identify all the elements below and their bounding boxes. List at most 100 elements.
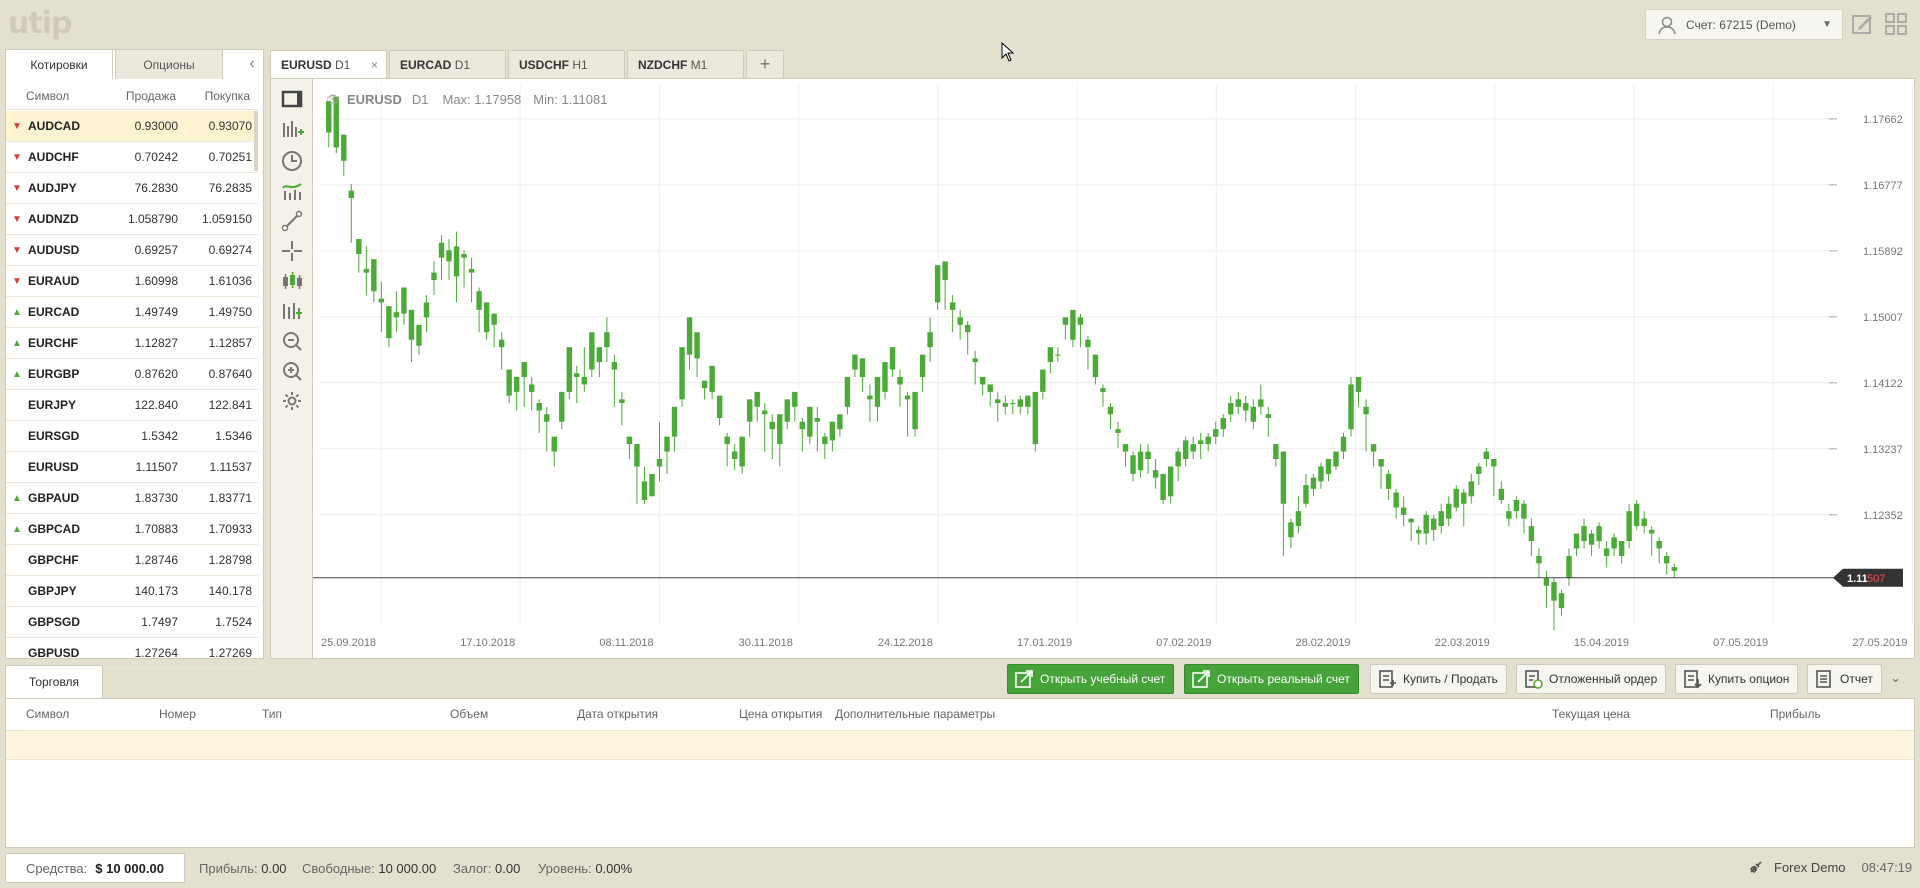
chevron-down-icon[interactable]: ⌄	[1890, 670, 1901, 686]
candle-body	[559, 391, 565, 422]
quote-sell: 0.87620	[134, 367, 178, 381]
open-demo-label: Открыть учебный счет	[1040, 672, 1166, 686]
quote-row-audcad[interactable]: ▼ AUDCAD 0.93000 0.93070	[6, 111, 258, 142]
candle-body	[934, 265, 941, 303]
quote-row-eurusd[interactable]: EURUSD 1.11507 1.11537	[6, 452, 258, 483]
candle-body	[521, 362, 527, 377]
quote-row-gbpcad[interactable]: ▲ GBPCAD 1.70883 1.70933	[6, 514, 258, 545]
candlestick-chart[interactable]: 1.17662 1.16777 1.15892 1.15007 1.14122 1.132…	[313, 79, 1914, 658]
close-icon[interactable]: ×	[371, 51, 378, 79]
candle-body	[1340, 436, 1347, 452]
indicators-icon[interactable]	[280, 179, 304, 203]
quote-row-eurcad[interactable]: ▲ EURCAD 1.49749 1.49750	[6, 297, 258, 328]
candle-body	[1032, 391, 1039, 445]
buy-option-button[interactable]: Купить опцион	[1675, 664, 1799, 694]
candle-body	[1010, 403, 1016, 405]
add-chart-tab-button[interactable]: +	[746, 50, 784, 78]
candle-body	[679, 347, 685, 400]
report-icon	[1816, 670, 1831, 688]
quote-row-audchf[interactable]: ▼ AUDCHF 0.70242 0.70251	[6, 142, 258, 173]
quote-buy: 1.12857	[208, 336, 252, 350]
tab-options[interactable]: Опционы	[115, 49, 223, 79]
profit-label: Прибыль:	[199, 861, 258, 876]
col-type: Тип	[262, 707, 283, 721]
chart-tab-tf: H1	[572, 58, 588, 72]
crosshair-icon[interactable]	[280, 239, 304, 263]
chart-tab-usdchf[interactable]: USDCHF H1	[508, 50, 625, 78]
chart-header: 👁︎ EURUSD D1 Max: 1.17958 Min: 1.11081	[326, 92, 607, 107]
chart-type-icon[interactable]	[280, 299, 304, 323]
chart-tab-nzdchf[interactable]: NZDCHF M1	[627, 50, 744, 78]
quotes-scrollbar[interactable]	[254, 111, 258, 171]
tab-quotes[interactable]: Котировки	[5, 49, 113, 79]
x-tick-label: 28.02.2019	[1295, 637, 1350, 649]
eye-icon[interactable]: 👁︎	[326, 93, 340, 106]
collapse-panel-chevron-icon[interactable]: ‹	[242, 54, 262, 74]
candle-body	[1175, 451, 1181, 467]
buy-sell-button[interactable]: Купить / Продать	[1370, 664, 1507, 694]
quote-row-eurgbp[interactable]: ▲ EURGBP 0.87620 0.87640	[6, 359, 258, 390]
quote-row-eursgd[interactable]: EURSGD 1.5342 1.5346	[6, 421, 258, 452]
quote-row-gbpchf[interactable]: GBPCHF 1.28746 1.28798	[6, 545, 258, 576]
settings-gear-icon[interactable]	[280, 389, 304, 413]
pending-order-button[interactable]: Отложенный ордер	[1516, 664, 1667, 694]
quote-row-eurchf[interactable]: ▲ EURCHF 1.12827 1.12857	[6, 328, 258, 359]
level-label: Уровень:	[538, 861, 592, 876]
candle-body	[1107, 406, 1114, 415]
plug-icon	[1749, 861, 1762, 874]
quote-sell: 1.12827	[134, 336, 178, 350]
layout-grid-icon[interactable]	[1884, 11, 1908, 37]
arrow-up-icon: ▲	[12, 492, 22, 504]
zoom-in-icon[interactable]	[280, 359, 304, 383]
candles-type-icon[interactable]	[280, 269, 304, 293]
edit-icon[interactable]	[1850, 11, 1874, 37]
candle-body	[1070, 309, 1076, 340]
account-selector[interactable]: Счет: 67215 (Demo) ▼	[1645, 9, 1843, 40]
open-real-account-button[interactable]: Открыть реальный счет	[1184, 664, 1359, 694]
quote-row-audjpy[interactable]: ▼ AUDJPY 76.2830 76.2835	[6, 173, 258, 204]
candle-body	[829, 421, 836, 441]
quote-row-audnzd[interactable]: ▼ AUDNZD 1.058790 1.059150	[6, 204, 258, 235]
candle-body	[1258, 399, 1264, 407]
chart-tab-eurusd[interactable]: EURUSD D1 ×	[270, 50, 387, 78]
candle-body	[468, 268, 475, 273]
chart-tab-tf: M1	[690, 58, 708, 72]
chart-tab-eurcad[interactable]: EURCAD D1	[389, 50, 506, 78]
tab-trading[interactable]: Торговля	[5, 665, 103, 698]
zoom-out-icon[interactable]	[280, 329, 304, 353]
candle-body	[1393, 492, 1399, 508]
single-chart-icon[interactable]	[280, 87, 304, 111]
candle-body	[1400, 507, 1407, 515]
candle-body	[1235, 399, 1241, 407]
timeframe-clock-icon[interactable]	[280, 149, 304, 173]
chart-max: Max: 1.17958	[442, 92, 522, 107]
open-demo-account-button[interactable]: Открыть учебный счет	[1007, 664, 1175, 694]
candle-body	[1160, 473, 1166, 501]
add-indicator-icon[interactable]	[280, 117, 304, 141]
report-button[interactable]: Отчет	[1807, 664, 1882, 694]
quote-symbol: AUDCHF	[28, 150, 79, 164]
candle-body	[1288, 522, 1294, 538]
candle-body	[1213, 429, 1219, 437]
server-time: 08:47:19	[1861, 859, 1913, 875]
candle-body	[1431, 518, 1437, 530]
quote-row-eurjpy[interactable]: EURJPY 122.840 122.841	[6, 390, 258, 421]
candle-body	[626, 436, 633, 445]
trendline-icon[interactable]	[280, 209, 304, 233]
candle-body	[852, 354, 858, 370]
report-label: Отчет	[1840, 672, 1873, 686]
quote-row-euraud[interactable]: ▼ EURAUD 1.60998 1.61036	[6, 266, 258, 297]
quote-buy: 1.5346	[215, 429, 252, 443]
x-tick-label: 30.11.2018	[739, 637, 793, 649]
quotes-header-buy: Покупка	[204, 88, 250, 103]
candle-body	[574, 373, 580, 377]
price-chart[interactable]: 1.17662 1.16777 1.15892 1.15007 1.14122 1.132…	[312, 78, 1915, 659]
quote-sell: 1.058790	[127, 212, 178, 226]
table-row[interactable]	[6, 730, 1914, 760]
quote-row-gbpaud[interactable]: ▲ GBPAUD 1.83730 1.83771	[6, 483, 258, 514]
quote-row-audusd[interactable]: ▼ AUDUSD 0.69257 0.69274	[6, 235, 258, 266]
quote-row-gbpsgd[interactable]: GBPSGD 1.7497 1.7524	[6, 607, 258, 638]
candle-body	[784, 399, 790, 422]
free-value: 10 000.00	[378, 861, 437, 876]
quote-row-gbpjpy[interactable]: GBPJPY 140.173 140.178	[6, 576, 258, 607]
